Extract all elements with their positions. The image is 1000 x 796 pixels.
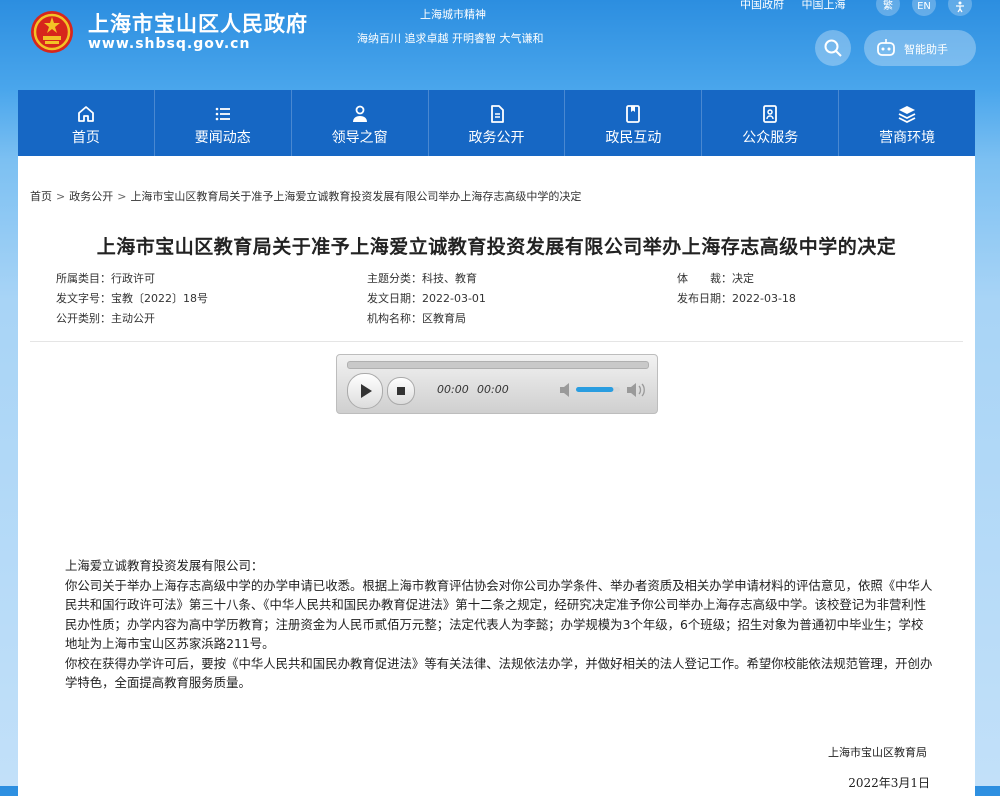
play-icon [361,384,372,398]
site-title[interactable]: 上海市宝山区人民政府 [88,8,308,38]
nav-item-interaction[interactable]: 政民互动 [565,90,703,156]
top-links: 中国政府 中国上海 [740,0,860,12]
main-nav: 首页 要闻动态 领导之窗 政务公开 政民互动 公众服务 营商环境 [18,90,975,156]
salutation: 上海爱立诚教育投资发展有限公司： [65,558,264,573]
english-button[interactable]: EN [912,0,936,16]
nav-item-news[interactable]: 要闻动态 [155,90,292,156]
nav-item-leaders[interactable]: 领导之窗 [292,90,429,156]
nav-item-gov-affairs[interactable]: 政务公开 [429,90,566,156]
volume-max-icon[interactable] [627,383,645,397]
volume-control[interactable] [559,382,649,398]
layers-icon [898,106,916,123]
body-paragraph-1: 你公司关于举办上海存志高级中学的办学申请已收悉。根据上海市教育评估协会对你公司办… [65,577,933,652]
city-spirit-text: 海纳百川 追求卓越 开明睿智 大气谦和 [357,32,544,45]
breadcrumb-current[interactable]: 上海市宝山区教育局关于准予上海爱立诚教育投资发展有限公司举办上海存志高级中学的决… [130,190,581,203]
signing-agency: 上海市宝山区教育局 [828,746,927,759]
list-icon [215,107,230,121]
mute-icon[interactable] [560,383,569,397]
meta-divider [30,341,963,342]
stop-button[interactable] [387,377,415,405]
document-meta: 所属类目：行政许可 发文字号：宝教〔2022〕18号 公开类别：主动公开 主题分… [56,270,956,330]
volume-level [576,387,614,392]
signing-date: 2022年3月1日 [848,776,930,790]
robot-icon [877,39,895,56]
smart-assistant-button[interactable]: 智能助手 [864,30,976,66]
meta-category: 所属类目：行政许可 [56,272,155,285]
document-title: 上海市宝山区教育局关于准予上海爱立诚教育投资发展有限公司举办上海存志高级中学的决… [96,236,897,258]
nav-label: 首页 [71,130,100,146]
site-domain: www.shbsq.gov.cn [88,36,251,52]
nav-label: 政务公开 [468,130,525,146]
bookmark-icon [626,105,641,123]
stop-icon [397,387,405,395]
document-body: 上海爱立诚教育投资发展有限公司： 你公司关于举办上海存志高级中学的办学申请已收悉… [65,556,933,693]
nav-item-home[interactable]: 首页 [18,90,155,156]
national-emblem-icon[interactable] [30,10,74,54]
body-paragraph-2: 你校在获得办学许可后，要按《中华人民共和国民办教育促进法》等有关法律、法规依法办… [65,655,933,691]
traditional-chinese-button[interactable]: 繁 [876,0,900,16]
smart-assistant-label: 智能助手 [904,43,948,56]
breadcrumb: 首页 > 政务公开 > 上海市宝山区教育局关于准予上海爱立诚教育投资发展有限公司举办上海… [30,188,581,204]
audio-progress-bar[interactable] [347,361,649,369]
nav-item-business[interactable]: 营商环境 [839,90,975,156]
service-icon [763,105,778,123]
nav-label: 要闻动态 [194,130,251,146]
current-time: 00:00 [437,383,469,396]
link-china-gov[interactable]: 中国政府 [740,0,784,11]
duration: 00:00 [477,383,509,396]
meta-agency: 机构名称：区教育局 [367,312,466,325]
meta-topic: 主题分类：科技、教育 [367,272,477,285]
accessibility-button[interactable] [948,0,972,16]
link-shanghai-gov[interactable]: 中国上海 [802,0,846,11]
meta-disclosure: 公开类别：主动公开 [56,312,155,325]
meta-genre: 体 裁：决定 [677,272,754,285]
audio-player: 00:00 00:00 [336,354,658,414]
accessibility-icon [956,1,964,13]
nav-label: 公众服务 [742,130,799,146]
breadcrumb-separator: > [56,190,66,203]
breadcrumb-home[interactable]: 首页 [30,190,52,203]
home-icon [78,106,94,122]
nav-label: 政民互动 [605,130,662,146]
search-button[interactable] [815,30,851,66]
search-icon [824,39,842,57]
play-button[interactable] [347,373,383,409]
content-panel: 首页 > 政务公开 > 上海市宝山区教育局关于准予上海爱立诚教育投资发展有限公司举办上海… [18,156,975,796]
breadcrumb-separator: > [117,190,127,203]
city-spirit-title: 上海城市精神 [420,8,486,21]
nav-item-public-service[interactable]: 公众服务 [702,90,840,156]
site-header: 上海市宝山区人民政府 www.shbsq.gov.cn 上海城市精神 海纳百川 … [0,0,1000,90]
meta-doc-number: 发文字号：宝教〔2022〕18号 [56,292,208,305]
document-icon [490,105,504,123]
nav-label: 营商环境 [879,130,936,146]
person-icon [352,105,367,122]
breadcrumb-gov-affairs[interactable]: 政务公开 [69,190,113,203]
meta-publish-date: 发布日期：2022-03-18 [677,292,796,305]
meta-issue-date: 发文日期：2022-03-01 [367,292,486,305]
nav-label: 领导之窗 [331,130,388,146]
